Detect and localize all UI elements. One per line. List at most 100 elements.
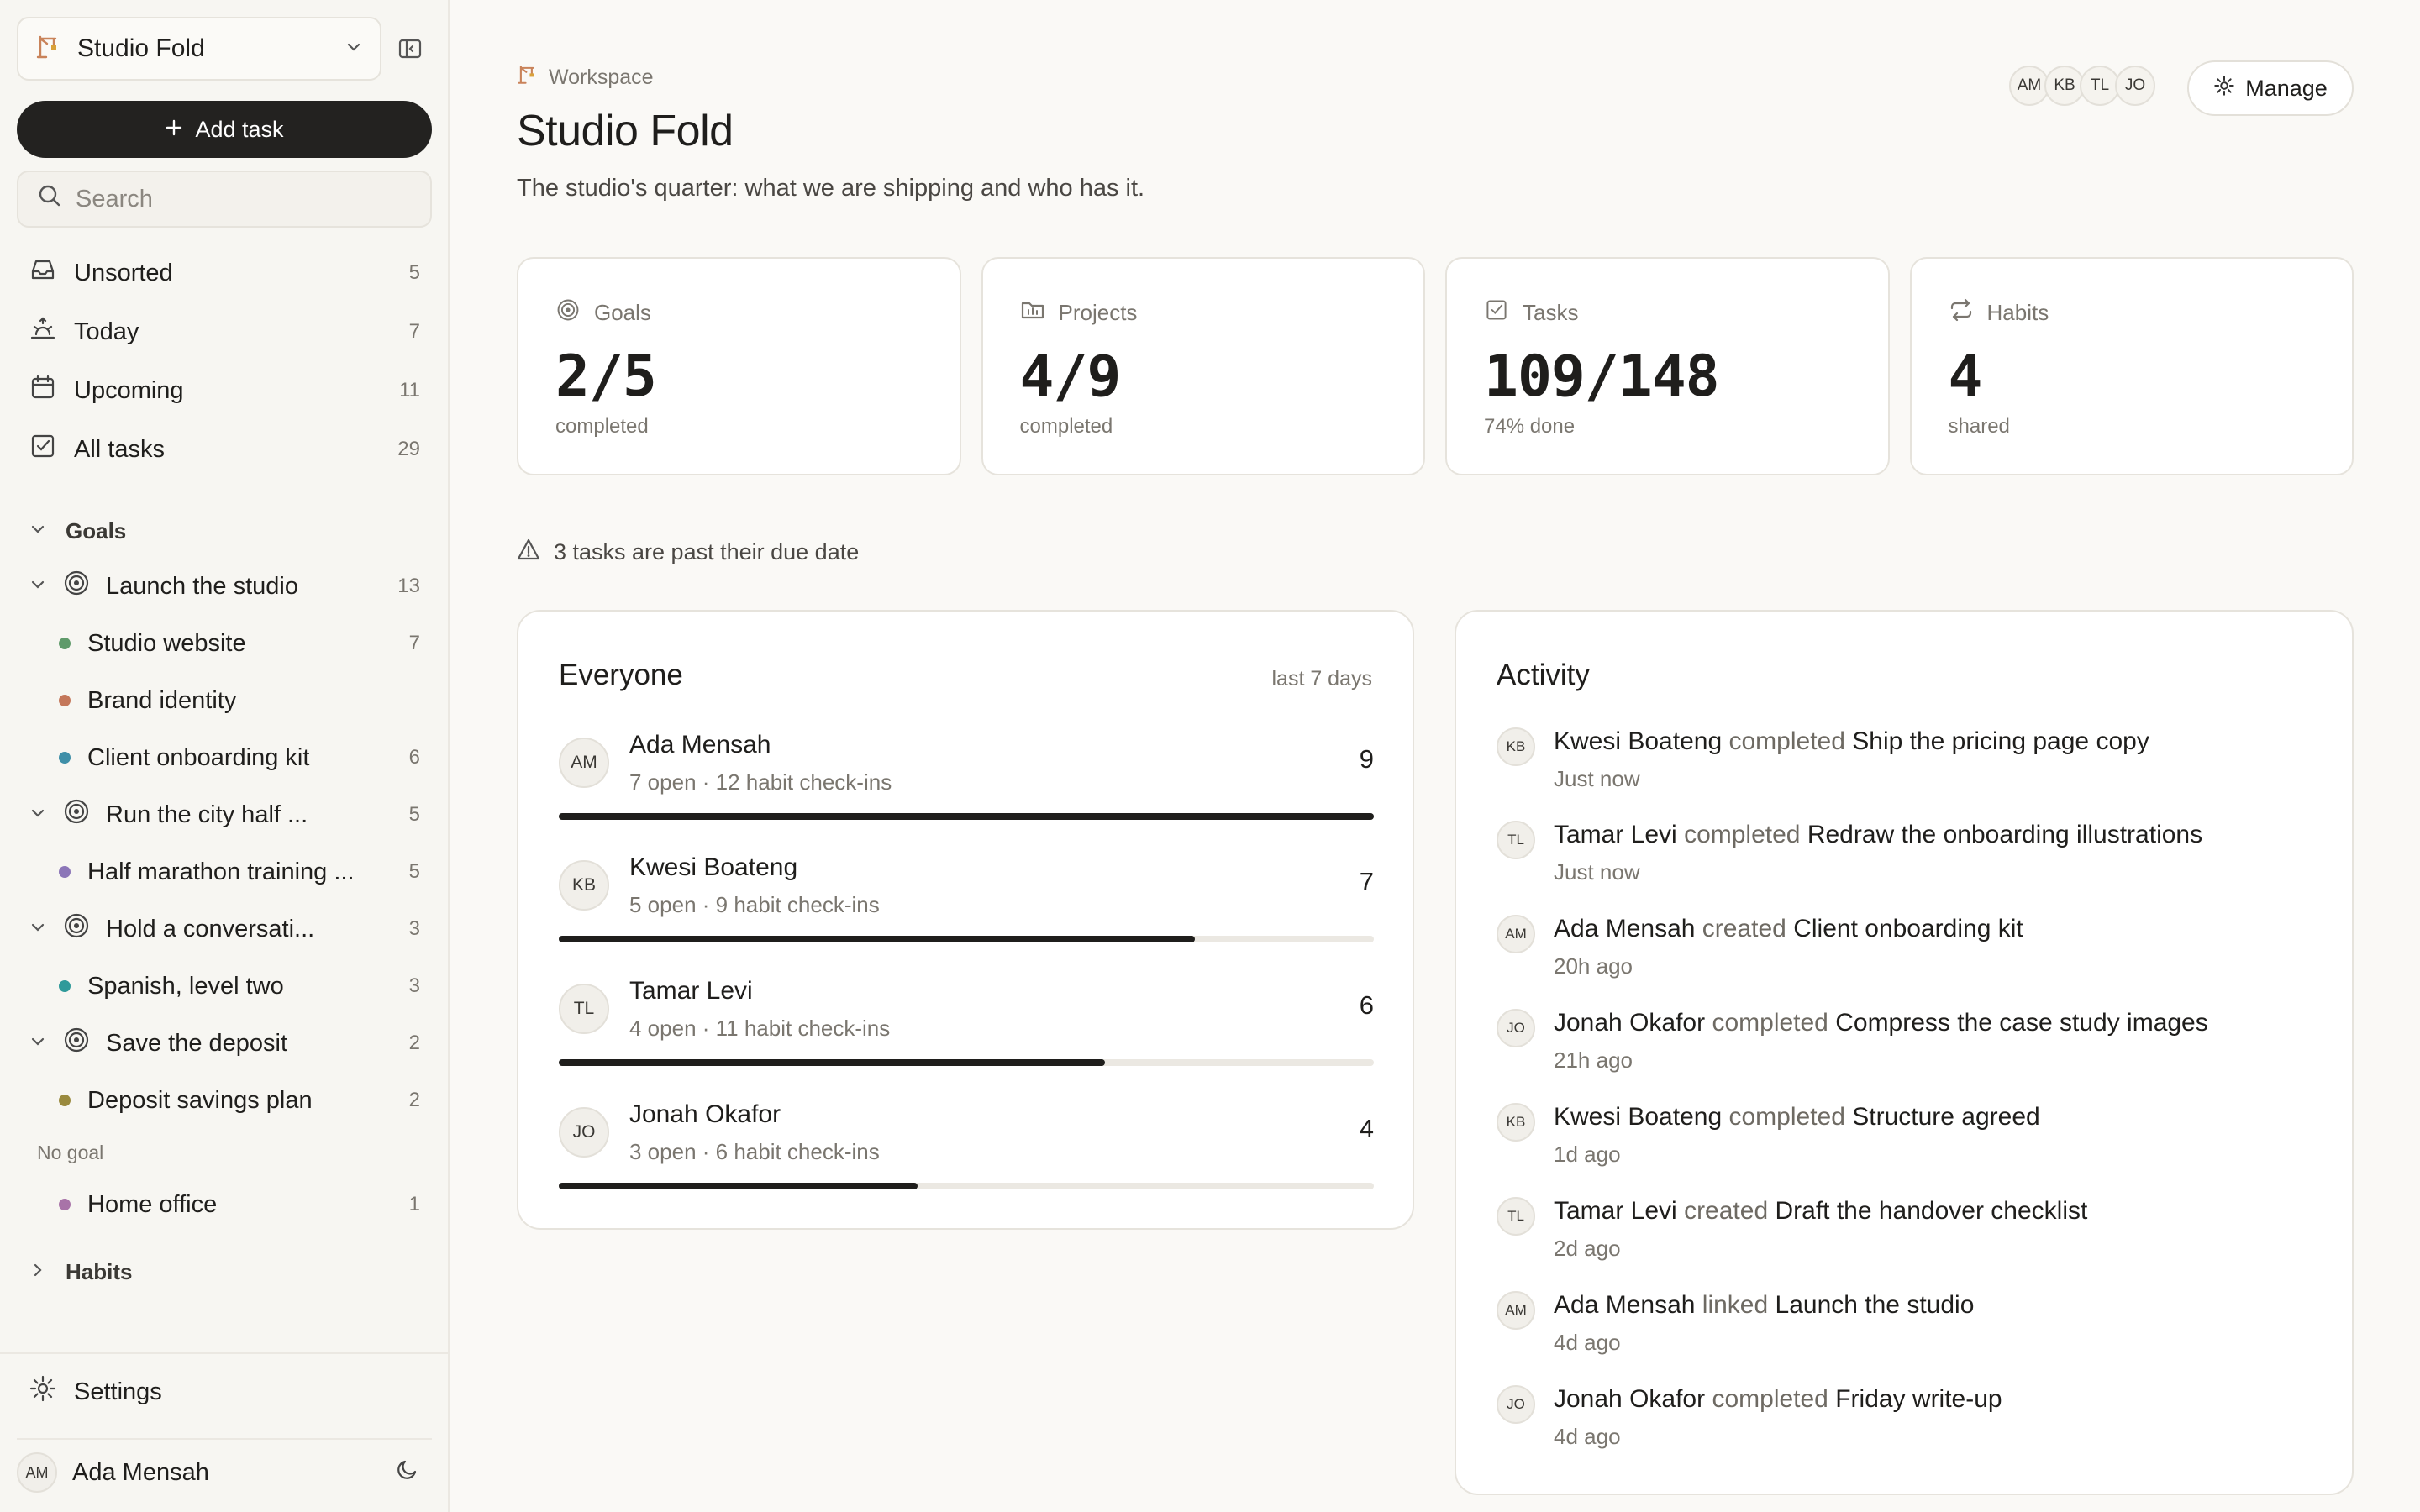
goal-count: 5 — [408, 803, 420, 826]
activity-object[interactable]: Launch the studio — [1776, 1291, 1975, 1319]
activity-object[interactable]: Redraw the onboarding illustrations — [1807, 821, 2202, 848]
person-row[interactable]: JO Jonah Okafor 3 open · 6 habit check-i… — [559, 1099, 1374, 1200]
collapse-sidebar-icon[interactable] — [395, 34, 425, 64]
goals-section-toggle[interactable]: Goals — [17, 504, 432, 558]
moon-icon[interactable] — [395, 1457, 420, 1488]
search-input[interactable]: Search — [17, 171, 432, 228]
breadcrumb[interactable]: Workspace — [517, 64, 654, 92]
chevron-down-icon — [345, 38, 363, 60]
current-user[interactable]: AM Ada Mensah — [17, 1438, 432, 1505]
primary-nav: Unsorted 5 Today 7 Upcoming 11 All tasks… — [17, 244, 432, 479]
activity-actor: Ada Mensah — [1554, 915, 1696, 942]
project-color-dot — [59, 980, 71, 992]
activity-time: 1d ago — [1554, 1142, 1621, 1167]
nav-label: Today — [74, 318, 139, 345]
nav-label: Upcoming — [74, 376, 184, 404]
project-color-dot — [59, 752, 71, 764]
stat-label: Projects — [1058, 300, 1138, 325]
activity-time: Just now — [1554, 766, 1640, 791]
project-color-dot — [59, 638, 71, 649]
activity-object[interactable]: Structure agreed — [1852, 1103, 2039, 1131]
project-item[interactable]: Studio website 7 — [17, 615, 432, 672]
no-goal-label: No goal — [37, 1141, 104, 1163]
member-avatars[interactable]: AM KB TL JO — [2009, 66, 2155, 106]
project-count: 2 — [408, 1089, 420, 1111]
goal-item[interactable]: Hold a conversati... 3 — [17, 900, 432, 958]
search-placeholder: Search — [76, 185, 153, 213]
person-row[interactable]: KB Kwesi Boateng 5 open · 9 habit check-… — [559, 852, 1374, 953]
stat-card-habits[interactable]: Habits 4 shared — [1909, 257, 2354, 475]
target-icon — [62, 797, 91, 832]
chevron-down-icon[interactable] — [29, 573, 47, 601]
activity-time: 20h ago — [1554, 953, 1633, 979]
activity-object[interactable]: Compress the case study images — [1835, 1009, 2208, 1037]
chevron-down-icon[interactable] — [29, 801, 47, 829]
activity-object[interactable]: Friday write-up — [1835, 1385, 2002, 1413]
target-icon — [62, 569, 91, 604]
project-item[interactable]: Half marathon training ... 5 — [17, 843, 432, 900]
nav-item-upcoming[interactable]: Upcoming 11 — [17, 361, 432, 420]
progress-bar — [559, 936, 1374, 942]
settings-label: Settings — [74, 1378, 162, 1405]
chevron-down-icon[interactable] — [29, 916, 47, 943]
avatar: AM — [2009, 66, 2049, 106]
activity-actor: Jonah Okafor — [1554, 1009, 1706, 1037]
activity-item[interactable]: AM Ada Mensah created Client onboarding … — [1497, 915, 2320, 999]
goals-tree: Goals Launch the studio 13 Studio websit… — [17, 504, 432, 1299]
habits-section-toggle[interactable]: Habits — [17, 1245, 432, 1299]
user-name: Ada Mensah — [72, 1458, 209, 1486]
goal-item[interactable]: Save the deposit 2 — [17, 1015, 432, 1072]
stat-card-tasks[interactable]: Tasks 109/148 74% done — [1445, 257, 1890, 475]
stat-card-projects[interactable]: Projects 4/9 completed — [981, 257, 1425, 475]
repeat-icon — [1949, 297, 1974, 328]
project-color-dot — [59, 1095, 71, 1106]
project-color-dot — [59, 1199, 71, 1210]
activity-item[interactable]: TL Tamar Levi completed Redraw the onboa… — [1497, 821, 2320, 905]
nav-item-all-tasks[interactable]: All tasks 29 — [17, 420, 432, 479]
add-task-button[interactable]: Add task — [17, 101, 432, 158]
progress-fill — [559, 1183, 918, 1189]
project-item[interactable]: Deposit savings plan 2 — [17, 1072, 432, 1129]
activity-verb: completed — [1684, 821, 1801, 848]
activity-item[interactable]: TL Tamar Levi created Draft the handover… — [1497, 1197, 2320, 1281]
activity-item[interactable]: KB Kwesi Boateng completed Structure agr… — [1497, 1103, 2320, 1187]
project-item[interactable]: Brand identity — [17, 672, 432, 729]
project-count: 5 — [408, 860, 420, 883]
activity-time: 4d ago — [1554, 1330, 1621, 1355]
plus-icon — [165, 117, 183, 143]
breadcrumb-label: Workspace — [549, 66, 654, 89]
activity-object[interactable]: Draft the handover checklist — [1775, 1197, 2087, 1225]
person-row[interactable]: TL Tamar Levi 4 open · 11 habit check-in… — [559, 975, 1374, 1076]
activity-actor: Ada Mensah — [1554, 1291, 1696, 1319]
nav-item-today[interactable]: Today 7 — [17, 302, 432, 361]
stat-card-goals[interactable]: Goals 2/5 completed — [517, 257, 961, 475]
goal-label: Launch the studio — [106, 572, 298, 600]
activity-object[interactable]: Ship the pricing page copy — [1852, 727, 2149, 755]
target-icon — [555, 297, 581, 328]
project-item[interactable]: Spanish, level two 3 — [17, 958, 432, 1015]
chevron-down-icon[interactable] — [29, 1030, 47, 1058]
workspace-logo-icon — [35, 34, 62, 65]
project-item[interactable]: Client onboarding kit 6 — [17, 729, 432, 786]
warning-icon — [517, 538, 540, 567]
person-row[interactable]: AM Ada Mensah 7 open · 12 habit check-in… — [559, 729, 1374, 830]
avatar: JO — [1497, 1385, 1535, 1424]
goal-item[interactable]: Launch the studio 13 — [17, 558, 432, 615]
manage-label: Manage — [2245, 75, 2328, 101]
stat-sub: completed — [1019, 415, 1113, 438]
project-item[interactable]: Home office 1 — [17, 1176, 432, 1233]
stat-value: 2/5 — [555, 344, 657, 410]
workspace-switcher[interactable]: Studio Fold — [17, 17, 381, 81]
activity-item[interactable]: AM Ada Mensah linked Launch the studio 4… — [1497, 1291, 2320, 1375]
activity-item[interactable]: JO Jonah Okafor completed Compress the c… — [1497, 1009, 2320, 1093]
activity-item[interactable]: KB Kwesi Boateng completed Ship the pric… — [1497, 727, 2320, 811]
activity-item[interactable]: JO Jonah Okafor completed Friday write-u… — [1497, 1385, 2320, 1469]
manage-button[interactable]: Manage — [2187, 60, 2354, 116]
add-task-label: Add task — [195, 116, 284, 142]
overdue-warning[interactable]: 3 tasks are past their due date — [517, 538, 859, 567]
project-label: Deposit savings plan — [87, 1086, 313, 1114]
goal-item[interactable]: Run the city half ... 5 — [17, 786, 432, 843]
nav-item-unsorted[interactable]: Unsorted 5 — [17, 244, 432, 302]
settings-link[interactable]: Settings — [29, 1374, 162, 1410]
activity-object[interactable]: Client onboarding kit — [1793, 915, 2023, 942]
